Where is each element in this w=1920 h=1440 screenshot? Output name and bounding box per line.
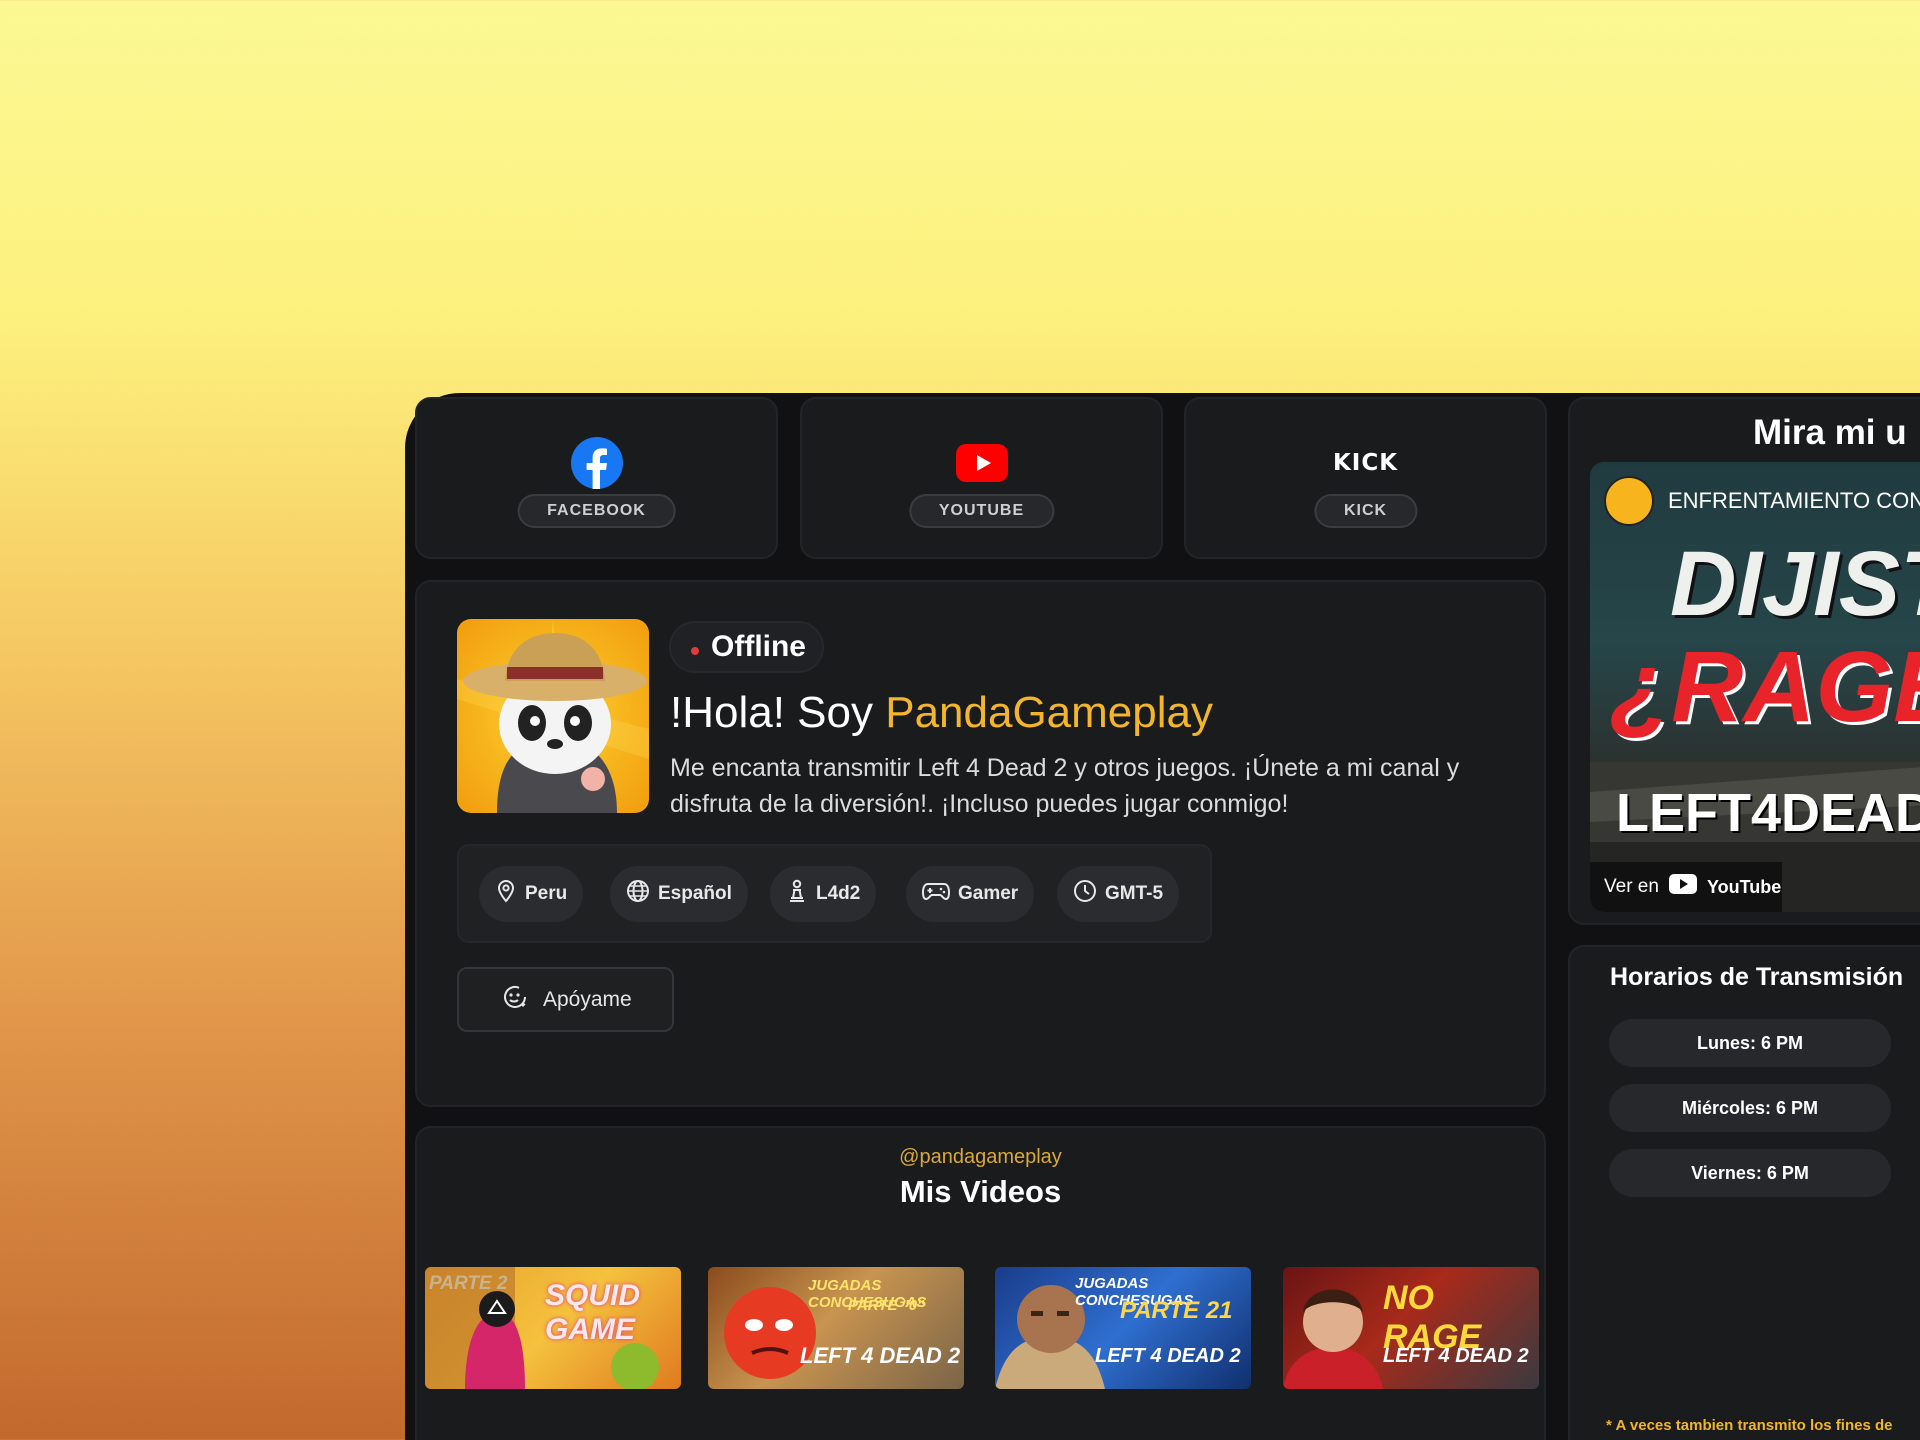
youtube-icon [955, 437, 1008, 489]
tags-bar: Peru Español L4d2 Gamer GMT-5 [457, 844, 1212, 943]
tag-game: L4d2 [770, 866, 877, 922]
youtube-button[interactable]: YOUTUBE [908, 494, 1055, 528]
thumbnail-text: PARTE 2 [429, 1273, 508, 1294]
profile-bio: Me encanta transmitir Left 4 Dead 2 y ot… [670, 754, 1460, 818]
clock-icon [1073, 879, 1097, 909]
support-button[interactable]: Apóyame [457, 967, 674, 1032]
tag-timezone: GMT-5 [1057, 866, 1180, 922]
chess-pawn-icon [786, 879, 808, 909]
tag-label: L4d2 [816, 883, 861, 904]
thumbnail-text: PARTE 21 [1120, 1297, 1233, 1324]
thumbnail-text: PARTE "0" [848, 1297, 925, 1314]
schedule-day: Miércoles: 6 PM [1609, 1084, 1891, 1132]
thumbnail-text: LEFT4DEAD [1616, 783, 1920, 843]
status-badge: Offline [669, 621, 824, 673]
featured-video-card: Mira mi u ENFRENTAMIENTO CON DIJIST ¿RAG… [1568, 397, 1920, 925]
featured-video-title: Mira mi u [1753, 413, 1907, 452]
greeting-text: !Hola! Soy [670, 688, 873, 737]
thumbnail-text: LEFT 4 DEAD 2 [800, 1343, 961, 1368]
youtube-icon [1668, 874, 1697, 900]
tag-role: Gamer [906, 866, 1035, 922]
video-thumbnail[interactable]: JUGADAS CONCHESUGAS PARTE "0" LEFT 4 DEA… [708, 1267, 964, 1389]
thumbnail-text: DIJIST [1670, 533, 1920, 635]
channel-avatar [1604, 476, 1654, 526]
watch-on-label: Ver en [1604, 876, 1659, 897]
globe-icon [626, 879, 650, 909]
social-card-facebook[interactable]: FACEBOOK [415, 397, 778, 559]
thumbnail-text: LEFT 4 DEAD 2 [1383, 1345, 1529, 1367]
video-thumbnail[interactable]: JUGADAS CONCHESUGAS PARTE 21 LEFT 4 DEAD… [995, 1267, 1251, 1389]
youtube-wordmark: YouTube [1706, 876, 1782, 897]
youtube-embed[interactable]: ENFRENTAMIENTO CON DIJIST ¿RAGE LEFT4DEA… [1590, 462, 1920, 912]
videos-card: @pandagameplay Mis Videos PARTE 2 SQUID … [415, 1126, 1546, 1440]
tag-label: Peru [525, 883, 568, 904]
schedule-day: Lunes: 6 PM [1609, 1019, 1891, 1067]
watch-on-youtube[interactable]: Ver en YouTube [1590, 862, 1782, 912]
schedule-note: * A veces tambien transmito los fines de [1606, 1417, 1893, 1434]
thumbnail-text: LEFT 4 DEAD 2 [1095, 1345, 1241, 1367]
embed-video-title: ENFRENTAMIENTO CON [1668, 488, 1920, 513]
kick-button[interactable]: KICK [1313, 494, 1418, 528]
gamepad-icon [921, 880, 951, 908]
tag-label: Español [658, 883, 732, 904]
tag-country: Peru [479, 866, 584, 922]
channel-handle: @pandagameplay [899, 1146, 1062, 1168]
location-pin-icon [495, 879, 517, 909]
thumbnail-text: SQUID GAME [545, 1279, 641, 1346]
support-label: Apóyame [543, 987, 632, 1011]
tag-language: Español [610, 866, 748, 922]
video-thumbnail[interactable]: NO RAGE LEFT 4 DEAD 2 [1283, 1267, 1539, 1389]
kick-logo: KICK [1332, 450, 1399, 476]
thumbnail-text: ¿RAGE [1610, 631, 1920, 743]
social-card-kick[interactable]: KICK KICK [1184, 397, 1547, 559]
facebook-button[interactable]: FACEBOOK [517, 494, 676, 528]
social-card-youtube[interactable]: YOUTUBE [800, 397, 1163, 559]
schedule-card: Horarios de Transmisión Lunes: 6 PM Miér… [1568, 945, 1920, 1440]
profile-card: Offline !Hola! Soy PandaGameplay Me enca… [415, 580, 1546, 1107]
tag-label: Gamer [958, 883, 1019, 904]
schedule-title: Horarios de Transmisión [1610, 963, 1904, 991]
donate-face-icon [501, 983, 529, 1017]
videos-title: Mis Videos [899, 1174, 1062, 1209]
facebook-icon [570, 437, 623, 489]
schedule-day: Viernes: 6 PM [1609, 1149, 1891, 1197]
profile-heading: !Hola! Soy PandaGameplay [670, 688, 1213, 738]
channel-name: PandaGameplay [885, 688, 1213, 737]
tag-label: GMT-5 [1105, 883, 1164, 904]
video-thumbnail[interactable]: PARTE 2 SQUID GAME [425, 1267, 681, 1389]
avatar [457, 619, 649, 813]
